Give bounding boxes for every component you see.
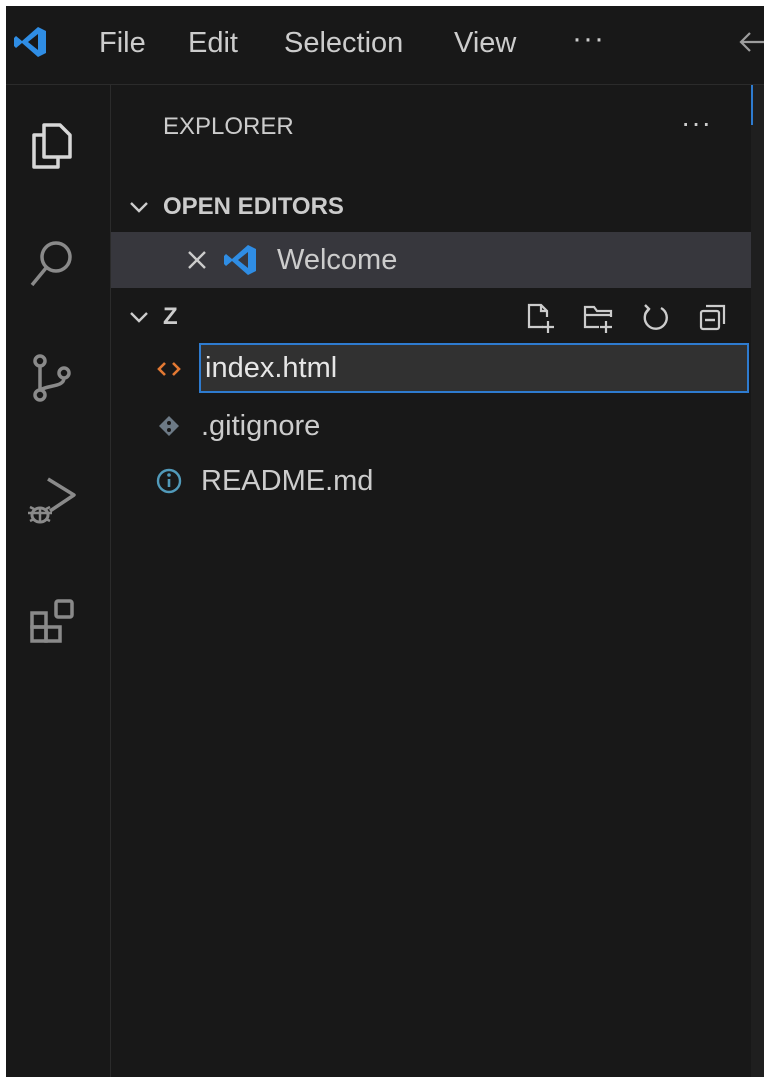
collapse-all-icon[interactable] (695, 301, 729, 335)
explorer-sidebar: EXPLORER ··· OPEN EDITORS Welcome Z inde… (111, 85, 751, 1077)
html-file-icon (157, 362, 181, 376)
chevron-down-icon (130, 312, 148, 323)
vscode-window: File Edit Selection View ··· EXPLORER ··… (6, 6, 764, 1077)
folder-actions (511, 301, 741, 335)
file-item-readme[interactable]: README.md (111, 455, 751, 507)
menu-edit[interactable]: Edit (188, 24, 238, 62)
menu-more-button[interactable]: ··· (572, 24, 605, 62)
activity-bar (6, 85, 111, 1077)
git-file-icon (159, 416, 179, 436)
search-icon[interactable] (24, 235, 80, 291)
source-control-icon[interactable] (24, 349, 80, 405)
open-editor-label: Welcome (277, 244, 398, 276)
file-item-index-html[interactable] (111, 343, 751, 395)
rename-file-input[interactable] (199, 343, 749, 393)
new-folder-icon[interactable] (581, 301, 615, 335)
chevron-down-icon (130, 202, 148, 213)
close-icon[interactable] (183, 246, 211, 274)
file-item-gitignore[interactable]: .gitignore (111, 400, 751, 452)
back-arrow-icon[interactable] (736, 26, 764, 58)
explorer-icon[interactable] (24, 117, 80, 173)
file-label: .gitignore (201, 410, 321, 442)
file-label: README.md (201, 465, 374, 497)
info-file-icon (156, 468, 182, 494)
explorer-more-button[interactable]: ··· (681, 107, 712, 139)
open-editors-header[interactable]: OPEN EDITORS (111, 185, 751, 229)
open-editor-item[interactable]: Welcome (111, 232, 751, 288)
folder-header[interactable]: Z (111, 295, 751, 339)
open-editors-label: OPEN EDITORS (163, 193, 344, 220)
new-file-icon[interactable] (523, 301, 557, 335)
vscode-icon (224, 245, 256, 275)
vscode-logo-icon (14, 27, 46, 57)
menu-view[interactable]: View (454, 24, 516, 62)
explorer-title: EXPLORER (163, 113, 294, 140)
extensions-icon[interactable] (24, 591, 80, 647)
menu-selection[interactable]: Selection (284, 24, 403, 62)
editor-edge-accent (751, 85, 753, 125)
title-bar: File Edit Selection View ··· (6, 6, 764, 85)
folder-label: Z (163, 303, 178, 330)
menu-file[interactable]: File (99, 24, 146, 62)
editor-edge (751, 85, 764, 1077)
refresh-icon[interactable] (639, 301, 673, 335)
run-debug-icon[interactable] (24, 469, 80, 525)
